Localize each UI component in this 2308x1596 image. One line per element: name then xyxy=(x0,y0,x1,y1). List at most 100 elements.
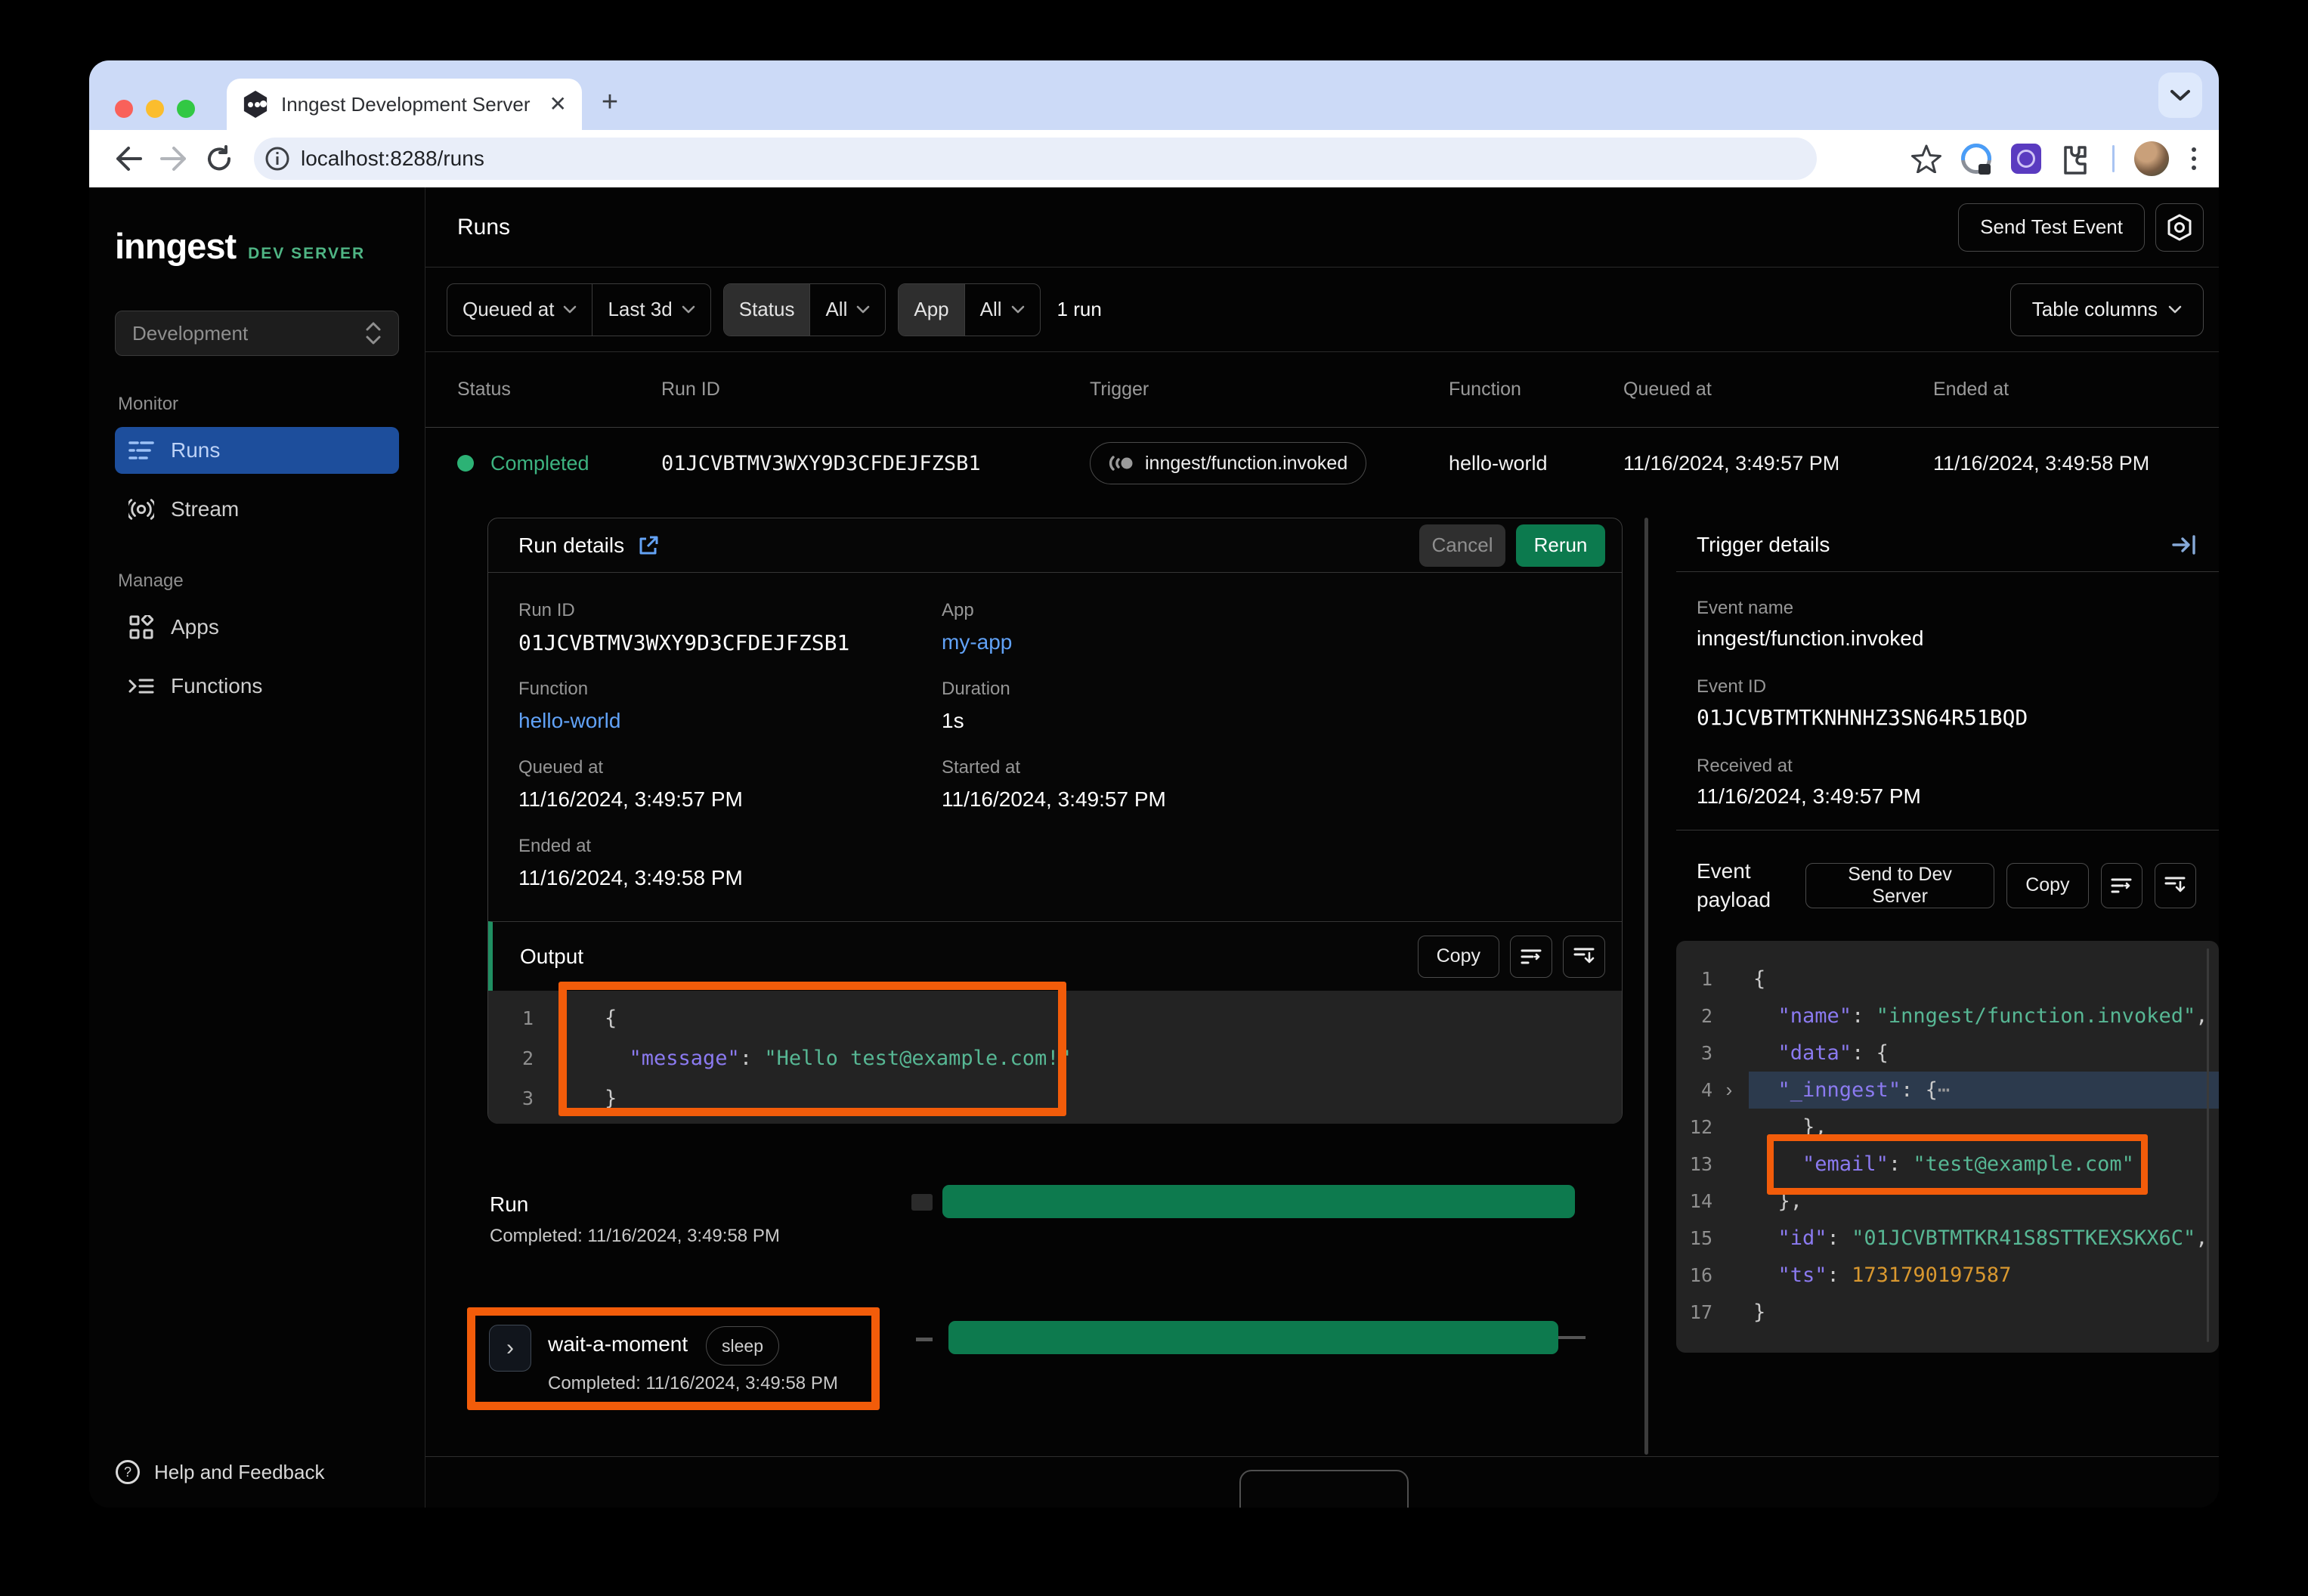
apps-icon xyxy=(128,615,154,639)
time-range-dropdown[interactable]: Last 3d xyxy=(592,284,710,336)
column-header-run-id[interactable]: Run ID xyxy=(661,379,1090,401)
profile-avatar[interactable] xyxy=(2134,141,2169,176)
row-ended-at: 11/16/2024, 3:49:58 PM xyxy=(1933,452,2219,475)
purple-extension-icon[interactable] xyxy=(2011,144,2041,174)
bookmark-star-icon[interactable] xyxy=(1911,144,1941,173)
step-completed: Completed: 11/16/2024, 3:49:58 PM xyxy=(548,1373,838,1394)
app-filter-dropdown[interactable]: All xyxy=(964,284,1040,336)
browser-tab[interactable]: Inngest Development Server ✕ xyxy=(227,79,582,130)
run-details-title: Run details xyxy=(518,534,624,558)
tab-close-icon[interactable]: ✕ xyxy=(549,94,567,115)
site-info-icon[interactable] xyxy=(265,146,290,172)
payload-copy-button[interactable]: Copy xyxy=(2006,863,2088,908)
fold-chevron-icon[interactable]: › xyxy=(1712,1078,1746,1102)
code-line-15: 15 "id": "01JCVBTMTKR41S8STTKEXSKX6C", xyxy=(1676,1220,2219,1257)
sidebar-item-label: Functions xyxy=(171,674,262,698)
function-link[interactable]: hello-world xyxy=(518,709,942,733)
sidebar-item-stream[interactable]: Stream xyxy=(115,486,399,533)
runs-icon xyxy=(128,439,154,462)
trigger-details-header: Trigger details xyxy=(1676,518,2219,572)
column-header-queued-at[interactable]: Queued at xyxy=(1623,379,1933,401)
timeline-run-completed: Completed: 11/16/2024, 3:49:58 PM xyxy=(490,1226,780,1247)
back-button[interactable] xyxy=(109,139,148,178)
trigger-fields: Event nameinngest/function.invoked Event… xyxy=(1676,572,2219,809)
status-filter-dropdown[interactable]: All xyxy=(809,284,885,336)
run-timeline-bar[interactable] xyxy=(942,1185,1575,1218)
reload-button[interactable] xyxy=(200,139,239,178)
queued-at-value: 11/16/2024, 3:49:57 PM xyxy=(518,787,942,812)
send-test-event-button[interactable]: Send Test Event xyxy=(1958,203,2145,252)
step-timeline-bar[interactable] xyxy=(948,1321,1558,1354)
gear-icon xyxy=(2167,214,2192,241)
tab-search-chevron-button[interactable] xyxy=(2158,73,2202,118)
app-link[interactable]: my-app xyxy=(942,630,1622,654)
stream-icon xyxy=(128,498,154,521)
code-line-4[interactable]: 4› "_inngest": {⋯ xyxy=(1676,1072,2219,1109)
toolbar-divider xyxy=(2112,145,2115,172)
step-type-badge: sleep xyxy=(706,1326,779,1366)
svg-text:?: ? xyxy=(124,1465,131,1480)
zoom-window-button[interactable] xyxy=(177,100,195,118)
forward-button[interactable] xyxy=(154,139,193,178)
column-header-ended-at[interactable]: Ended at xyxy=(1933,379,2219,401)
field-label: Function xyxy=(518,679,942,700)
column-header-status[interactable]: Status xyxy=(457,379,661,401)
word-wrap-button[interactable] xyxy=(1510,936,1552,978)
received-at-value: 11/16/2024, 3:49:57 PM xyxy=(1697,784,2204,809)
table-columns-button[interactable]: Table columns xyxy=(2010,283,2204,336)
output-code-block: 1{2 "message": "Hello test@example.com!"… xyxy=(488,991,1622,1124)
functions-icon xyxy=(128,675,154,697)
event-name-value: inngest/function.invoked xyxy=(1697,626,2204,651)
password-manager-extension-icon[interactable] xyxy=(1961,144,1991,174)
output-copy-button[interactable]: Copy xyxy=(1418,936,1499,978)
trigger-event-badge[interactable]: inngest/function.invoked xyxy=(1090,442,1366,484)
details-scrollbar[interactable] xyxy=(1644,518,1648,1455)
load-more-button-partial[interactable] xyxy=(1239,1470,1409,1508)
chevron-down-icon xyxy=(1011,305,1025,314)
run-details-fields: Run ID01JCVBTMV3WXY9D3CFDEJFZSB1 Appmy-a… xyxy=(488,573,1622,921)
field-label: Queued at xyxy=(518,757,942,778)
close-window-button[interactable] xyxy=(115,100,133,118)
run-details-card: Run details Cancel Rerun Run ID01JCVBTMV… xyxy=(487,518,1623,1124)
help-and-feedback[interactable]: ? Help and Feedback xyxy=(115,1459,324,1485)
sidebar-item-functions[interactable]: Functions xyxy=(115,663,399,710)
cancel-button[interactable]: Cancel xyxy=(1419,524,1505,567)
run-details-header: Run details Cancel Rerun xyxy=(488,518,1622,573)
sidebar-item-apps[interactable]: Apps xyxy=(115,604,399,651)
code-line-1: 1{ xyxy=(488,998,1622,1038)
word-wrap-icon xyxy=(2111,877,2132,895)
payload-scrollbar[interactable] xyxy=(2207,948,2209,1342)
rerun-button[interactable]: Rerun xyxy=(1516,524,1605,567)
minimize-window-button[interactable] xyxy=(146,100,164,118)
payload-scroll-to-bottom-button[interactable] xyxy=(2155,863,2196,908)
time-filter: Queued at Last 3d xyxy=(447,283,711,336)
event-id-value: 01JCVBTMTKNHNHZ3SN64R51BQD xyxy=(1697,705,2204,730)
external-link-icon[interactable] xyxy=(638,535,659,556)
field-label: Duration xyxy=(942,679,1622,700)
run-expanded-details: Run details Cancel Rerun Run ID01JCVBTMV… xyxy=(425,499,2219,1508)
table-row[interactable]: Completed 01JCVBTMV3WXY9D3CFDEJFZSB1 inn… xyxy=(425,428,2219,499)
filter-bar: Queued at Last 3d Status All xyxy=(425,268,2219,352)
column-header-trigger[interactable]: Trigger xyxy=(1090,379,1449,401)
sidebar-item-runs[interactable]: Runs xyxy=(115,427,399,474)
send-to-dev-server-button[interactable]: Send to Dev Server xyxy=(1805,863,1994,908)
extensions-puzzle-icon[interactable] xyxy=(2061,143,2093,175)
collapse-panel-button[interactable] xyxy=(2172,535,2196,555)
payload-word-wrap-button[interactable] xyxy=(2101,863,2142,908)
event-pulse-icon xyxy=(1109,454,1134,472)
expand-step-button[interactable]: › xyxy=(489,1325,531,1372)
column-header-function[interactable]: Function xyxy=(1449,379,1623,401)
browser-menu-icon[interactable] xyxy=(2189,144,2199,173)
scroll-to-bottom-button[interactable] xyxy=(1563,936,1605,978)
time-field-dropdown[interactable]: Queued at xyxy=(447,284,592,336)
address-bar[interactable]: localhost:8288/runs xyxy=(254,138,1817,180)
field-label: Started at xyxy=(942,757,1622,778)
settings-button[interactable] xyxy=(2155,203,2204,252)
sidebar-item-label: Runs xyxy=(171,438,220,462)
event-payload-header: Event payload Send to Dev Server Copy xyxy=(1676,830,2219,941)
new-tab-button[interactable]: + xyxy=(597,91,623,116)
environment-selector-value: Development xyxy=(132,322,248,345)
run-queue-tick xyxy=(911,1194,933,1211)
environment-selector[interactable]: Development xyxy=(115,311,399,356)
arrow-to-bar-icon xyxy=(2172,535,2196,555)
